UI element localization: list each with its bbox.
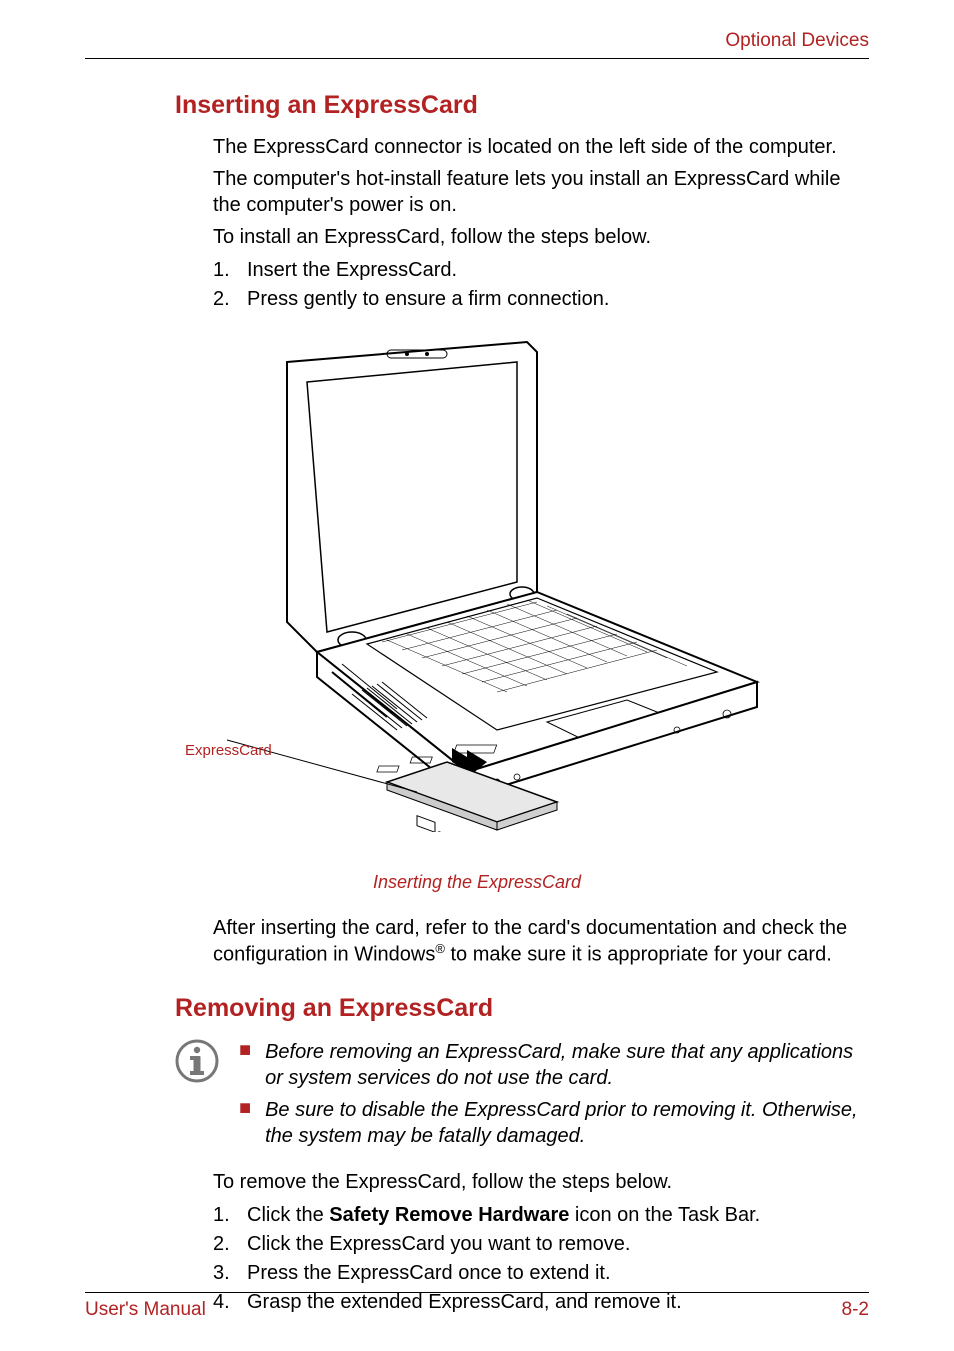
step-text: Press gently to ensure a firm connection…	[247, 285, 609, 314]
step-number: 3.	[213, 1259, 237, 1288]
figure-container: ExpressCard	[85, 332, 869, 862]
paragraph: After inserting the card, refer to the c…	[213, 915, 869, 968]
step-number: 1.	[213, 256, 237, 285]
paragraph: To remove the ExpressCard, follow the st…	[213, 1169, 869, 1195]
list-item: 2. Click the ExpressCard you want to rem…	[213, 1230, 869, 1259]
figure-callout-label: ExpressCard	[185, 742, 272, 759]
step-number: 2.	[213, 285, 237, 314]
text: icon on the Task Bar.	[569, 1204, 760, 1226]
info-icon	[175, 1039, 219, 1083]
note-list: ■ Before removing an ExpressCard, make s…	[239, 1039, 869, 1155]
bullet-icon: ■	[239, 1039, 251, 1091]
note-text: Be sure to disable the ExpressCard prior…	[265, 1097, 869, 1149]
list-item: ■ Be sure to disable the ExpressCard pri…	[239, 1097, 869, 1149]
header-divider	[85, 58, 869, 59]
paragraph: The computer's hot-install feature lets …	[213, 166, 869, 218]
step-text: Insert the ExpressCard.	[247, 256, 457, 285]
list-item: 2. Press gently to ensure a firm connect…	[213, 285, 869, 314]
step-number: 2.	[213, 1230, 237, 1259]
list-item: 1. Insert the ExpressCard.	[213, 256, 869, 285]
info-icon-wrap	[175, 1039, 221, 1155]
list-item: 1. Click the Safety Remove Hardware icon…	[213, 1201, 869, 1230]
laptop-illustration	[187, 332, 767, 832]
text: Click the	[247, 1204, 329, 1226]
paragraph: To install an ExpressCard, follow the st…	[213, 224, 869, 250]
paragraph: The ExpressCard connector is located on …	[213, 134, 869, 160]
step-text: Press the ExpressCard once to extend it.	[247, 1259, 611, 1288]
step-number: 1.	[213, 1201, 237, 1230]
step-text: Click the Safety Remove Hardware icon on…	[247, 1201, 760, 1230]
figure-caption: Inserting the ExpressCard	[85, 872, 869, 893]
list-item: 3. Press the ExpressCard once to extend …	[213, 1259, 869, 1288]
step-text: Click the ExpressCard you want to remove…	[247, 1230, 631, 1259]
header-section-label: Optional Devices	[85, 30, 869, 52]
text: to make sure it is appropriate for your …	[445, 944, 832, 966]
bold-text: Safety Remove Hardware	[329, 1204, 569, 1226]
bullet-icon: ■	[239, 1097, 251, 1149]
heading-removing: Removing an ExpressCard	[175, 994, 869, 1023]
list-item: ■ Before removing an ExpressCard, make s…	[239, 1039, 869, 1091]
footer-divider	[85, 1292, 869, 1293]
insert-steps-list: 1. Insert the ExpressCard. 2. Press gent…	[213, 256, 869, 314]
registered-symbol: ®	[435, 941, 445, 956]
page-footer: User's Manual 8-2	[85, 1292, 869, 1321]
heading-inserting: Inserting an ExpressCard	[175, 91, 869, 120]
note-block: ■ Before removing an ExpressCard, make s…	[175, 1039, 869, 1155]
note-text: Before removing an ExpressCard, make sur…	[265, 1039, 869, 1091]
footer-page-number: 8-2	[842, 1299, 869, 1321]
footer-left: User's Manual	[85, 1299, 206, 1321]
